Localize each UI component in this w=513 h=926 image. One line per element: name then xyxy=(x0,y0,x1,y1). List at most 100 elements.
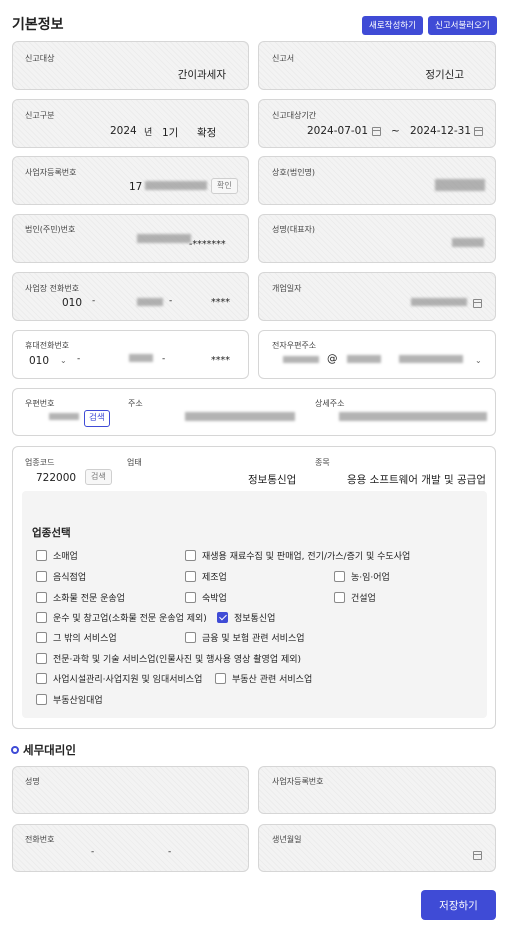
business-type-label: 업태 xyxy=(127,458,142,467)
masked-value xyxy=(435,179,485,191)
biz-phone-field[interactable]: 사업장 전화번호 010 - - **** xyxy=(12,272,249,321)
industry-option[interactable]: 전문·과학 및 기술 서비스업(인물사진 및 행사용 영상 촬영업 제외) xyxy=(36,652,301,665)
calendar-icon[interactable] xyxy=(473,851,482,860)
biz-reg-no-prefix: 17 xyxy=(129,181,143,193)
industry-option[interactable]: 부동산임대업 xyxy=(36,693,103,706)
mobile-dash: - xyxy=(162,354,166,364)
address-label: 주소 xyxy=(128,399,143,408)
load-report-button[interactable]: 신고서불러오기 xyxy=(428,16,497,35)
email-label: 전자우편주소 xyxy=(272,341,317,350)
company-name-label: 상호(법인명) xyxy=(272,168,316,177)
period-start-date: 2024-07-01 xyxy=(307,125,369,137)
new-report-button[interactable]: 새로작성하기 xyxy=(362,16,423,35)
email-at: @ xyxy=(327,353,338,365)
masked-value xyxy=(145,181,207,190)
email-field[interactable]: 전자우편주소 @ ⌄ xyxy=(258,330,496,379)
agent-phone-dash: - xyxy=(168,847,172,857)
checkbox-icon[interactable] xyxy=(185,550,196,561)
industry-option-label: 소매업 xyxy=(53,552,78,562)
report-type-label: 신고구분 xyxy=(25,111,55,120)
masked-value xyxy=(129,354,153,362)
checkbox-icon[interactable] xyxy=(185,592,196,603)
corp-no-masked: -******* xyxy=(189,239,226,250)
agent-biz-no-field[interactable]: 사업자등록번호 xyxy=(258,766,496,814)
masked-value xyxy=(399,355,463,363)
checkbox-icon[interactable] xyxy=(334,571,345,582)
report-target-label: 신고대상 xyxy=(25,54,55,63)
section-bullet-icon xyxy=(11,746,19,754)
agent-name-field[interactable]: 성명 xyxy=(12,766,249,814)
industry-option[interactable]: 재생용 재료수집 및 판매업, 전기/가스/증기 및 수도사업 xyxy=(185,549,410,562)
biz-reg-no-field[interactable]: 사업자등록번호 17 확인 xyxy=(12,156,249,205)
mobile-field[interactable]: 휴대전화번호 010 ⌄ - - **** xyxy=(12,330,249,379)
calendar-icon[interactable] xyxy=(473,299,482,308)
detail-address-label: 상세주소 xyxy=(315,399,345,408)
industry-option-label: 그 밖의 서비스업 xyxy=(53,634,117,644)
checkbox-icon[interactable] xyxy=(36,673,47,684)
checkbox-icon[interactable] xyxy=(36,653,47,664)
checkbox-icon[interactable] xyxy=(215,673,226,684)
industry-option[interactable]: 운수 및 창고업(소화물 전문 운송업 제외) xyxy=(36,611,207,624)
chevron-down-icon[interactable]: ⌄ xyxy=(475,356,482,365)
checkbox-icon[interactable] xyxy=(36,694,47,705)
report-type-field[interactable]: 신고구분 2024 년 1기 확정 xyxy=(12,99,249,148)
report-year-unit: 년 xyxy=(144,128,153,138)
section-title-basic-info: 기본정보 xyxy=(12,17,64,33)
report-period-field[interactable]: 신고대상기간 2024-07-01 ~ 2024-12-31 xyxy=(258,99,496,148)
checkbox-icon[interactable] xyxy=(36,550,47,561)
save-button[interactable]: 저장하기 xyxy=(421,890,496,920)
checkbox-icon[interactable] xyxy=(36,612,47,623)
company-name-field[interactable]: 상호(법인명) xyxy=(258,156,496,205)
chevron-down-icon[interactable]: ⌄ xyxy=(60,356,67,365)
biz-phone-label: 사업장 전화번호 xyxy=(25,284,80,293)
report-form-field[interactable]: 신고서 정기신고 xyxy=(258,41,496,90)
calendar-icon[interactable] xyxy=(474,127,483,136)
industry-option-label: 건설업 xyxy=(351,594,376,604)
section-title-tax-agent: 세무대리인 xyxy=(23,743,76,757)
mobile-area[interactable]: 010 xyxy=(29,355,49,367)
agent-birth-label: 생년월일 xyxy=(272,835,302,844)
industry-option-label: 금융 및 보험 관련 서비스업 xyxy=(202,634,305,644)
industry-option[interactable]: 음식점업 xyxy=(36,570,86,583)
corp-no-field[interactable]: 법인(주민)번호 -******* xyxy=(12,214,249,263)
open-date-label: 개업일자 xyxy=(272,284,302,293)
open-date-field[interactable]: 개업일자 xyxy=(258,272,496,321)
masked-value xyxy=(339,412,487,421)
address-field[interactable]: 우편번호 검색 주소 상세주소 xyxy=(12,388,496,436)
zip-label: 우편번호 xyxy=(25,399,55,408)
industry-option[interactable]: 금융 및 보험 관련 서비스업 xyxy=(185,631,305,644)
industry-option[interactable]: 숙박업 xyxy=(185,591,227,604)
industry-search-button[interactable]: 검색 xyxy=(85,469,112,485)
biz-phone-dash: - xyxy=(92,296,96,306)
mobile-masked: **** xyxy=(211,355,230,366)
checkbox-icon[interactable] xyxy=(36,632,47,643)
mobile-dash: - xyxy=(77,354,81,364)
agent-birth-field[interactable]: 생년월일 xyxy=(258,824,496,872)
checkbox-icon[interactable] xyxy=(36,571,47,582)
industry-option[interactable]: 사업시설관리·사업지원 및 임대서비스업 xyxy=(36,672,202,685)
rep-name-field[interactable]: 성명(대표자) xyxy=(258,214,496,263)
checkbox-icon[interactable] xyxy=(334,592,345,603)
checkbox-icon[interactable] xyxy=(185,632,196,643)
agent-phone-field[interactable]: 전화번호 - - xyxy=(12,824,249,872)
industry-option-label: 전문·과학 및 기술 서비스업(인물사진 및 행사용 영상 촬영업 제외) xyxy=(53,655,302,665)
masked-value xyxy=(347,355,381,363)
industry-option[interactable]: 제조업 xyxy=(185,570,227,583)
industry-option[interactable]: 부동산 관련 서비스업 xyxy=(215,672,312,685)
report-target-field[interactable]: 신고대상 간이과세자 xyxy=(12,41,249,90)
confirm-button[interactable]: 확인 xyxy=(211,178,238,194)
industry-option[interactable]: 그 밖의 서비스업 xyxy=(36,631,117,644)
industry-option[interactable]: 정보통신업 xyxy=(217,611,275,624)
calendar-icon[interactable] xyxy=(372,127,381,136)
checkbox-icon[interactable] xyxy=(36,592,47,603)
checkbox-checked-icon[interactable] xyxy=(217,612,228,623)
industry-option[interactable]: 건설업 xyxy=(334,591,376,604)
industry-option[interactable]: 농·임·어업 xyxy=(334,570,390,583)
industry-option-label: 농·임·어업 xyxy=(351,573,390,583)
industry-option[interactable]: 소화물 전문 운송업 xyxy=(36,591,125,604)
zip-search-button[interactable]: 검색 xyxy=(84,410,110,427)
checkbox-icon[interactable] xyxy=(185,571,196,582)
masked-value xyxy=(452,238,484,247)
agent-phone-label: 전화번호 xyxy=(25,835,55,844)
industry-option[interactable]: 소매업 xyxy=(36,549,78,562)
